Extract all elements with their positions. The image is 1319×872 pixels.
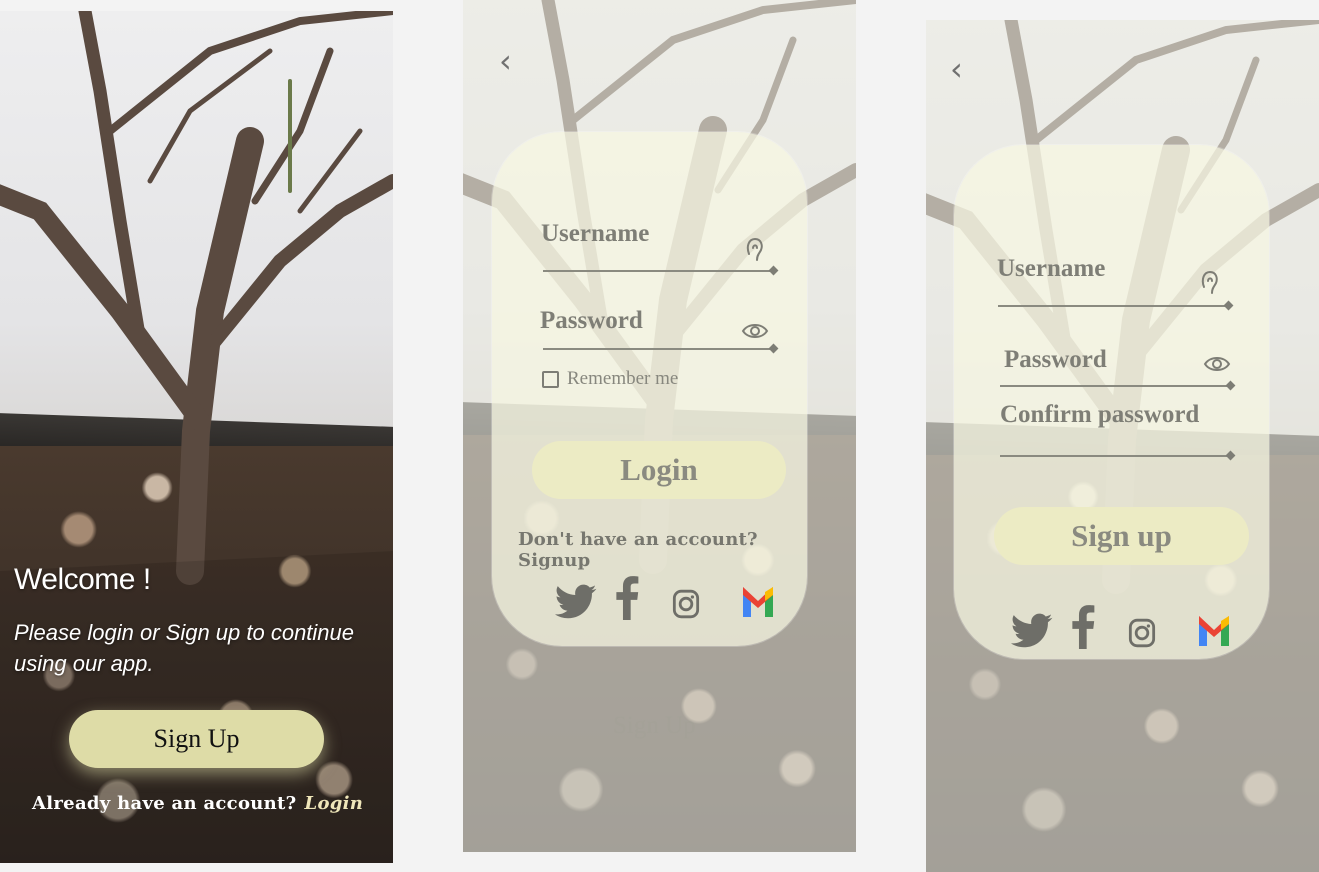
- remember-me[interactable]: Remember me: [542, 368, 678, 390]
- eye-icon[interactable]: [741, 321, 769, 341]
- welcome-screen: Welcome ! Please login or Sign up to con…: [0, 11, 393, 863]
- signup-button[interactable]: Sign Up: [69, 710, 324, 768]
- username-input[interactable]: [998, 305, 1228, 307]
- ear-icon: [1201, 270, 1218, 294]
- twitter-icon[interactable]: [555, 584, 597, 620]
- username-label: Username: [541, 220, 650, 247]
- password-input[interactable]: [543, 348, 773, 350]
- signup-card: Username Password Confirm password Sign …: [954, 145, 1269, 659]
- gmail-icon[interactable]: [740, 581, 776, 619]
- welcome-subtitle: Please login or Sign up to continue usin…: [14, 620, 355, 676]
- login-card: Username Password Remember me Login Don'…: [492, 132, 807, 646]
- username-label: Username: [997, 255, 1106, 282]
- password-label: Password: [1004, 346, 1107, 373]
- login-screen: Sign Up ‹ Username Password Remember me …: [463, 0, 856, 852]
- facebook-icon[interactable]: [615, 576, 639, 620]
- confirm-password-label: Confirm password: [1000, 401, 1200, 428]
- instagram-icon[interactable]: [1128, 617, 1156, 649]
- login-prompt: Already have an account? Login: [32, 793, 363, 814]
- welcome-title: Welcome !: [14, 563, 151, 596]
- login-button[interactable]: Login: [532, 441, 786, 499]
- eye-icon[interactable]: [1203, 354, 1231, 374]
- remember-checkbox[interactable]: [542, 370, 559, 388]
- signup-prompt[interactable]: Don't have an account? Signup: [518, 529, 807, 571]
- instagram-icon[interactable]: [672, 588, 700, 620]
- already-text: Already have an account?: [32, 793, 297, 814]
- gmail-icon[interactable]: [1196, 610, 1232, 648]
- back-arrow-icon[interactable]: ‹: [950, 50, 963, 88]
- username-input[interactable]: [543, 270, 773, 272]
- password-input[interactable]: [1000, 385, 1230, 387]
- signup-screen: ‹ Username Password Confirm password Sig…: [926, 20, 1319, 872]
- confirm-password-input[interactable]: [1000, 455, 1230, 457]
- facebook-icon[interactable]: [1071, 605, 1095, 649]
- ear-icon: [746, 237, 763, 261]
- ghost-signup-text: Sign Up: [613, 712, 696, 739]
- back-arrow-icon[interactable]: ‹: [499, 42, 512, 80]
- twitter-icon[interactable]: [1011, 613, 1053, 649]
- password-label: Password: [540, 307, 643, 334]
- signup-submit-button[interactable]: Sign up: [994, 507, 1249, 565]
- login-link[interactable]: Login: [304, 793, 363, 814]
- remember-label: Remember me: [567, 368, 679, 389]
